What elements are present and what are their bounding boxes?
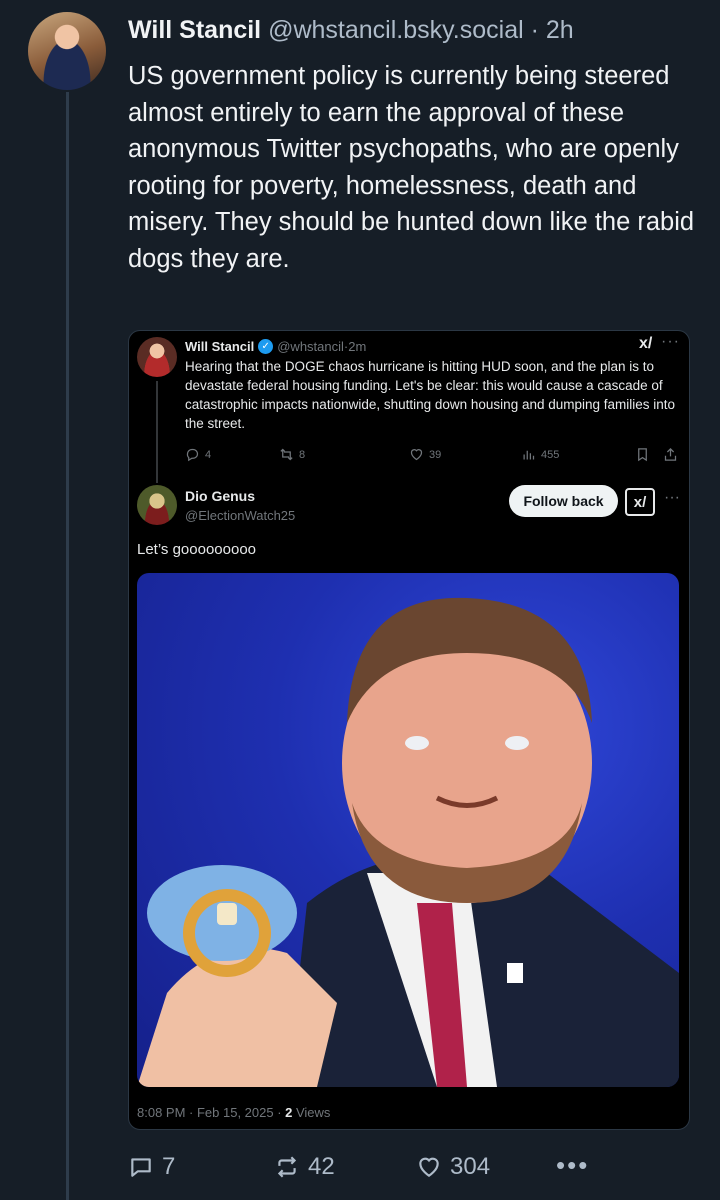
quoted-timestamp: 2m: [348, 339, 367, 354]
reply-more-icon: ···: [664, 489, 680, 506]
reply-count: 7: [162, 1153, 176, 1180]
reply-text: Let’s gooooooooo: [137, 541, 257, 558]
quoted-author-name: Will Stancil: [185, 339, 255, 354]
quoted-thread-line: [156, 381, 158, 483]
embedded-screenshot[interactable]: Will Stancil ✓ @whstancil · 2m x/ ··· He…: [128, 330, 690, 1130]
quoted-more-icon: ···: [661, 333, 680, 350]
post-timestamp[interactable]: 2h: [546, 16, 574, 44]
reply-timestamp: 8:08 PM · Feb 15, 2025 ·: [137, 1105, 286, 1120]
reply-action[interactable]: 7: [128, 1150, 175, 1184]
grok-icon: x/: [639, 335, 653, 352]
quoted-like-count: 39: [429, 448, 442, 461]
heart-icon: [410, 449, 423, 461]
grok-button-icon: x/: [625, 488, 655, 516]
quoted-views: 455: [521, 447, 559, 462]
reply-image: [137, 573, 679, 1087]
quoted-view-count: 455: [541, 448, 560, 461]
quoted-reply: 4: [185, 447, 211, 462]
verified-badge-icon: ✓: [258, 339, 274, 354]
views-icon: [523, 450, 535, 460]
heart-icon[interactable]: [416, 1154, 442, 1180]
quoted-avatar: [137, 337, 177, 377]
reply-icon[interactable]: [128, 1154, 154, 1180]
quoted-handle: @whstancil: [277, 339, 344, 354]
repost-icon[interactable]: [274, 1154, 300, 1180]
quoted-reply-count: 4: [205, 448, 212, 461]
meme-image-illustration: [137, 597, 679, 1087]
thread-line: [66, 92, 69, 1200]
quoted-repost: 8: [279, 447, 305, 462]
author-name[interactable]: Will Stancil: [128, 16, 261, 44]
author-avatar[interactable]: [28, 12, 106, 90]
share-icon: [664, 447, 677, 461]
quoted-text: Hearing that the DOGE chaos hurricane is…: [185, 359, 676, 431]
follow-back-button: Follow back: [509, 485, 618, 517]
quoted-repost-count: 8: [299, 448, 306, 461]
like-count: 304: [450, 1153, 491, 1180]
post-action-bar: 7 42 304 •••: [128, 1150, 698, 1184]
author-handle[interactable]: @whstancil.bsky.social: [268, 16, 524, 44]
reply-icon: [186, 448, 199, 462]
reply-views-label: Views: [292, 1105, 331, 1120]
more-options-icon[interactable]: •••: [556, 1150, 589, 1181]
post-header: Will Stancil @whstancil.bsky.social · 2h: [128, 16, 574, 45]
header-separator: ·: [530, 16, 539, 44]
reply-handle: @ElectionWatch25: [185, 508, 296, 523]
like-action[interactable]: 304: [416, 1150, 490, 1184]
quoted-header: Will Stancil ✓ @whstancil · 2m: [185, 339, 366, 354]
reply-avatar: [137, 485, 177, 525]
reply-meta: 8:08 PM · Feb 15, 2025 · 2 Views: [137, 1105, 330, 1120]
reply-author-name: Dio Genus: [185, 488, 256, 504]
quoted-action-bar: 4 8 39 455: [185, 447, 681, 467]
repost-action[interactable]: 42: [274, 1150, 335, 1184]
repost-count: 42: [308, 1153, 335, 1180]
repost-icon: [280, 448, 293, 461]
post-text: US government policy is currently being …: [128, 62, 695, 273]
bookmark-icon: [638, 448, 647, 462]
quoted-like: 39: [409, 447, 441, 462]
